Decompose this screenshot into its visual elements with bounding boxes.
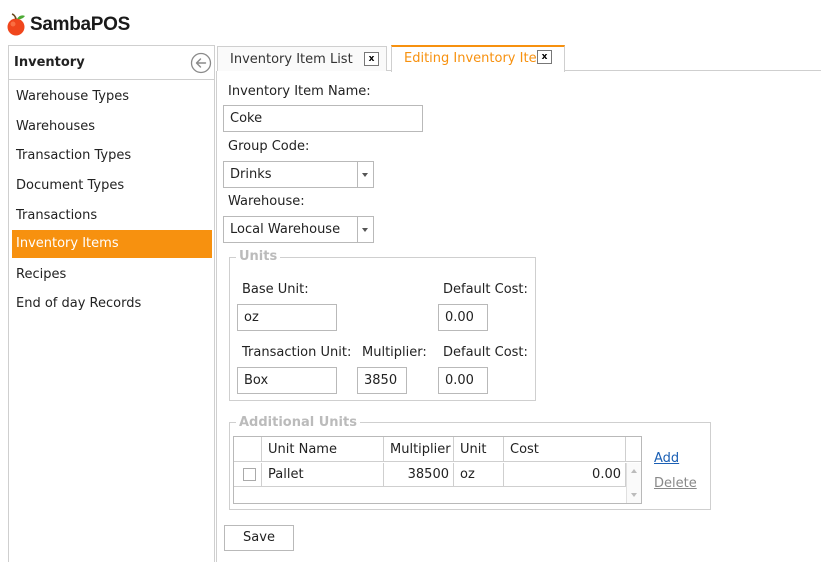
table-cell-unit-name[interactable]: Pallet (262, 463, 384, 487)
transaction-default-cost-input[interactable]: 0.00 (438, 367, 488, 394)
base-default-cost-input[interactable]: 0.00 (438, 304, 488, 331)
tab-close-icon[interactable]: x (537, 50, 552, 64)
scroll-down-icon[interactable] (631, 493, 637, 497)
sidebar-item-inventory-items[interactable]: Inventory Items (12, 230, 212, 258)
sidebar-item-end-of-day-records[interactable]: End of day Records (12, 290, 212, 318)
grid-header-select (234, 437, 262, 462)
group-code-value: Drinks (230, 167, 272, 182)
transaction-default-cost-label: Default Cost: (443, 345, 528, 360)
group-code-select[interactable]: Drinks (223, 161, 374, 188)
triangle-down-icon[interactable] (357, 162, 373, 187)
additional-units-title: Additional Units (236, 415, 360, 430)
tab-label: Inventory Item List (230, 52, 353, 67)
sidebar-title: Inventory (14, 55, 85, 70)
grid-vertical-scrollbar[interactable] (626, 463, 641, 503)
save-button[interactable]: Save (224, 525, 294, 551)
grid-header-multiplier[interactable]: Multiplier (384, 437, 454, 462)
row-select-checkbox[interactable] (243, 468, 256, 481)
tab-close-icon[interactable]: x (364, 52, 379, 66)
add-unit-link[interactable]: Add (654, 451, 679, 466)
inventory-sidebar: Inventory Warehouse Types Warehouses Tra… (8, 45, 215, 562)
warehouse-select[interactable]: Local Warehouse (223, 216, 374, 243)
app-logo: SambaPOS (6, 12, 130, 38)
sidebar-item-transactions[interactable]: Transactions (12, 202, 212, 230)
sidebar-header: Inventory (9, 46, 214, 80)
back-arrow-icon[interactable] (190, 52, 212, 74)
sidebar-item-warehouse-types[interactable]: Warehouse Types (12, 83, 212, 111)
warehouse-label: Warehouse: (228, 194, 305, 209)
grid-header-unit-name[interactable]: Unit Name (262, 437, 384, 462)
transaction-unit-label: Transaction Unit: (242, 345, 352, 360)
table-cell-multiplier[interactable]: 38500 (384, 463, 454, 487)
grid-header-unit[interactable]: Unit (454, 437, 504, 462)
app-logo-text: SambaPOS (30, 14, 131, 35)
base-unit-input[interactable]: oz (237, 304, 337, 331)
transaction-unit-input[interactable]: Box (237, 367, 337, 394)
additional-units-grid: Unit Name Multiplier Unit Cost Pallet 38… (233, 436, 642, 504)
inventory-item-name-label: Inventory Item Name: (228, 84, 371, 99)
default-cost-label: Default Cost: (443, 282, 528, 297)
table-cell-unit[interactable]: oz (454, 463, 504, 487)
tab-label: Editing Inventory Item (404, 51, 539, 66)
multiplier-input[interactable]: 3850 (357, 367, 407, 394)
sidebar-item-recipes[interactable]: Recipes (12, 261, 212, 289)
sidebar-item-document-types[interactable]: Document Types (12, 172, 212, 200)
group-code-label: Group Code: (228, 139, 310, 154)
triangle-down-icon[interactable] (357, 217, 373, 242)
tab-inventory-item-list[interactable]: Inventory Item List x (217, 46, 387, 71)
base-unit-label: Base Unit: (242, 282, 309, 297)
units-group-title: Units (236, 249, 281, 264)
delete-unit-link[interactable]: Delete (654, 476, 697, 491)
content-border (216, 71, 217, 562)
grid-header-scroll-corner (626, 437, 641, 462)
tab-editing-inventory-item[interactable]: Editing Inventory Item x (391, 45, 565, 72)
sidebar-item-transaction-types[interactable]: Transaction Types (12, 142, 212, 170)
multiplier-label: Multiplier: (362, 345, 427, 360)
orange-fruit-icon (7, 13, 25, 36)
grid-header-cost[interactable]: Cost (504, 437, 626, 462)
scroll-up-icon[interactable] (631, 469, 637, 473)
sidebar-item-warehouses[interactable]: Warehouses (12, 113, 212, 141)
warehouse-value: Local Warehouse (230, 222, 341, 237)
table-cell-cost[interactable]: 0.00 (504, 463, 626, 487)
inventory-item-name-input[interactable]: Coke (223, 105, 423, 132)
table-row-checkbox-cell (234, 463, 262, 487)
